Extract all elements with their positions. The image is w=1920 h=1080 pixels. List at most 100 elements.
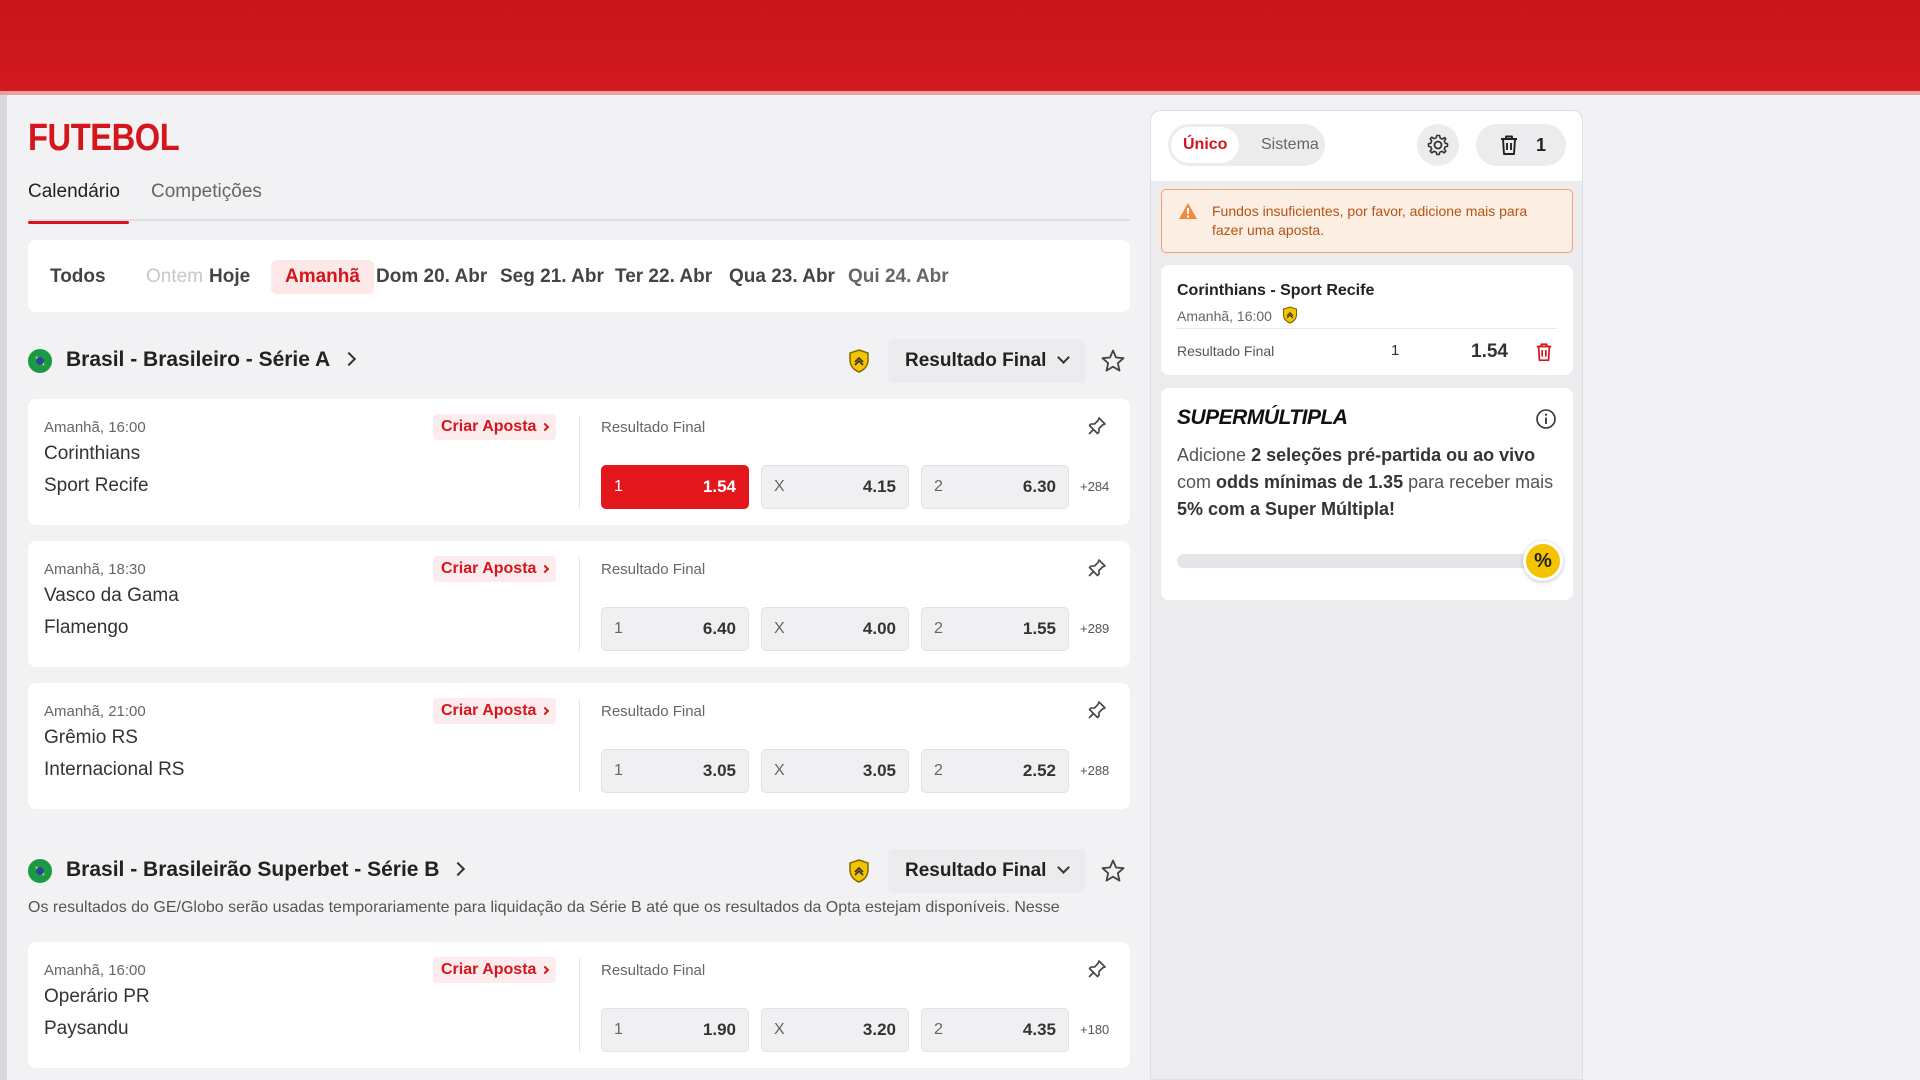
home-team[interactable]: Grêmio RS: [44, 727, 138, 749]
odd-button-draw[interactable]: X 4.00: [761, 607, 909, 651]
bet-time-text: Amanhã, 16:00: [1177, 308, 1272, 324]
odd-button-draw[interactable]: X 4.15: [761, 465, 909, 509]
section-tabs: Calendário Competições: [28, 181, 1130, 221]
match-card: Amanhã, 16:00 Corinthians Sport Recife C…: [28, 399, 1130, 525]
odd-button-away[interactable]: 2 1.55: [921, 607, 1069, 651]
tab-competicoes[interactable]: Competições: [151, 181, 262, 203]
date-qua-23[interactable]: Qua 23. Abr: [715, 260, 849, 294]
clear-betslip-button[interactable]: 1: [1476, 124, 1566, 166]
date-hoje[interactable]: Hoje: [195, 260, 264, 294]
star-icon[interactable]: [1100, 348, 1126, 374]
super-text-part: Adicione: [1177, 445, 1252, 465]
home-team[interactable]: Vasco da Gama: [44, 585, 179, 607]
chevron-right-icon: [541, 564, 550, 574]
odd-label: 1: [614, 1021, 623, 1038]
more-markets-link[interactable]: +288: [1080, 763, 1109, 778]
pin-icon[interactable]: [1086, 699, 1108, 721]
match-card: Amanhã, 16:00 Operário PR Paysandu Criar…: [28, 942, 1130, 1068]
date-seg-21[interactable]: Seg 21. Abr: [486, 260, 618, 294]
odd-button-away[interactable]: 2 4.35: [921, 1008, 1069, 1052]
brazil-flag-icon: [28, 859, 52, 883]
match-time: Amanhã, 16:00: [44, 962, 146, 979]
pin-icon[interactable]: [1086, 958, 1108, 980]
odd-button-home[interactable]: 1 1.90: [601, 1008, 749, 1052]
warning-text: Fundos insuficientes, por favor, adicion…: [1212, 203, 1528, 238]
home-team[interactable]: Operário PR: [44, 986, 150, 1008]
criar-aposta-button[interactable]: Criar Aposta: [433, 957, 557, 983]
league-name: Brasil - Brasileiro - Série A: [66, 348, 331, 371]
odd-button-away[interactable]: 2 6.30: [921, 465, 1069, 509]
market-dropdown-label: Resultado Final: [905, 860, 1047, 881]
match-time: Amanhã, 18:30: [44, 561, 146, 578]
odd-value: 4.35: [1022, 1020, 1056, 1039]
odd-button-away[interactable]: 2 2.52: [921, 749, 1069, 793]
info-icon[interactable]: [1535, 408, 1557, 430]
odd-button-home[interactable]: 1 1.54: [601, 465, 749, 509]
more-markets-link[interactable]: +284: [1080, 479, 1109, 494]
criar-aposta-button[interactable]: Criar Aposta: [433, 698, 557, 724]
market-dropdown[interactable]: Resultado Final: [888, 849, 1086, 893]
odd-button-home[interactable]: 1 3.05: [601, 749, 749, 793]
league-link[interactable]: Brasil - Brasileiro - Série A: [66, 348, 357, 372]
toggle-unico[interactable]: Único: [1171, 127, 1240, 163]
remove-selection-icon[interactable]: [1534, 342, 1554, 362]
chevron-down-icon: [1057, 351, 1070, 364]
away-team[interactable]: Flamengo: [44, 617, 129, 639]
criar-aposta-label: Criar Aposta: [441, 418, 537, 435]
away-team[interactable]: Sport Recife: [44, 475, 149, 497]
odd-value: 3.20: [862, 1020, 896, 1039]
odd-label: 2: [934, 1021, 943, 1038]
match-time: Amanhã, 21:00: [44, 703, 146, 720]
away-team[interactable]: Paysandu: [44, 1018, 129, 1040]
star-icon[interactable]: [1100, 858, 1126, 884]
league-name: Brasil - Brasileirão Superbet - Série B: [66, 858, 440, 881]
away-team[interactable]: Internacional RS: [44, 759, 184, 781]
odd-value: 3.05: [702, 761, 736, 780]
market-label: Resultado Final: [601, 561, 706, 578]
date-todos[interactable]: Todos: [36, 260, 120, 294]
odd-value: 6.40: [702, 619, 736, 638]
odd-label: 2: [934, 478, 943, 495]
bet-home-team: Corinthians: [1177, 282, 1266, 299]
odd-value: 1.54: [702, 477, 736, 496]
date-ter-22[interactable]: Ter 22. Abr: [601, 260, 726, 294]
odd-value: 1.90: [702, 1020, 736, 1039]
chevron-right-icon: [541, 706, 550, 716]
odd-label: 2: [934, 762, 943, 779]
bet-market: Resultado Final: [1177, 343, 1275, 359]
more-markets-link[interactable]: +289: [1080, 621, 1109, 636]
market-dropdown[interactable]: Resultado Final: [888, 339, 1086, 383]
date-dom-20[interactable]: Dom 20. Abr: [362, 260, 501, 294]
odd-button-draw[interactable]: X 3.20: [761, 1008, 909, 1052]
tab-calendario[interactable]: Calendário: [28, 181, 120, 203]
super-text-bold: 5% com a Super Múltipla!: [1177, 499, 1396, 519]
criar-aposta-button[interactable]: Criar Aposta: [433, 414, 557, 440]
main-content: FUTEBOL Calendário Competições Todos Ont…: [28, 95, 1130, 1080]
bet-match-teams[interactable]: Corinthians - Sport Recife: [1177, 282, 1374, 300]
bet-type-toggle: Único Sistema: [1168, 124, 1325, 166]
date-amanha[interactable]: Amanhã: [271, 260, 374, 294]
pin-icon[interactable]: [1086, 415, 1108, 437]
left-scroll-strip[interactable]: [0, 95, 7, 1080]
bet-selection: 1: [1391, 342, 1400, 359]
criar-aposta-label: Criar Aposta: [441, 560, 537, 577]
odd-label: X: [774, 1021, 785, 1038]
criar-aposta-button[interactable]: Criar Aposta: [433, 556, 557, 582]
supermultipla-text: Adicione 2 seleções pré-partida ou ao vi…: [1177, 442, 1557, 523]
settings-button[interactable]: [1417, 124, 1459, 166]
date-qui-24[interactable]: Qui 24. Abr: [834, 260, 963, 294]
page-title: FUTEBOL: [28, 117, 180, 159]
pin-icon[interactable]: [1086, 557, 1108, 579]
toggle-sistema[interactable]: Sistema: [1249, 127, 1331, 163]
odd-value: 3.05: [862, 761, 896, 780]
home-team[interactable]: Corinthians: [44, 443, 140, 465]
more-markets-link[interactable]: +180: [1080, 1022, 1109, 1037]
chevron-right-icon: [541, 965, 550, 975]
odd-button-draw[interactable]: X 3.05: [761, 749, 909, 793]
league-link[interactable]: Brasil - Brasileirão Superbet - Série B: [66, 858, 466, 882]
top-header-bar: [0, 0, 1920, 93]
date-filter-bar: Todos Ontem Hoje Amanhã Dom 20. Abr Seg …: [28, 240, 1130, 312]
match-time: Amanhã, 16:00: [44, 419, 146, 436]
odd-button-home[interactable]: 1 6.40: [601, 607, 749, 651]
bet-selection-card: Corinthians - Sport Recife Amanhã, 16:00…: [1161, 265, 1573, 375]
